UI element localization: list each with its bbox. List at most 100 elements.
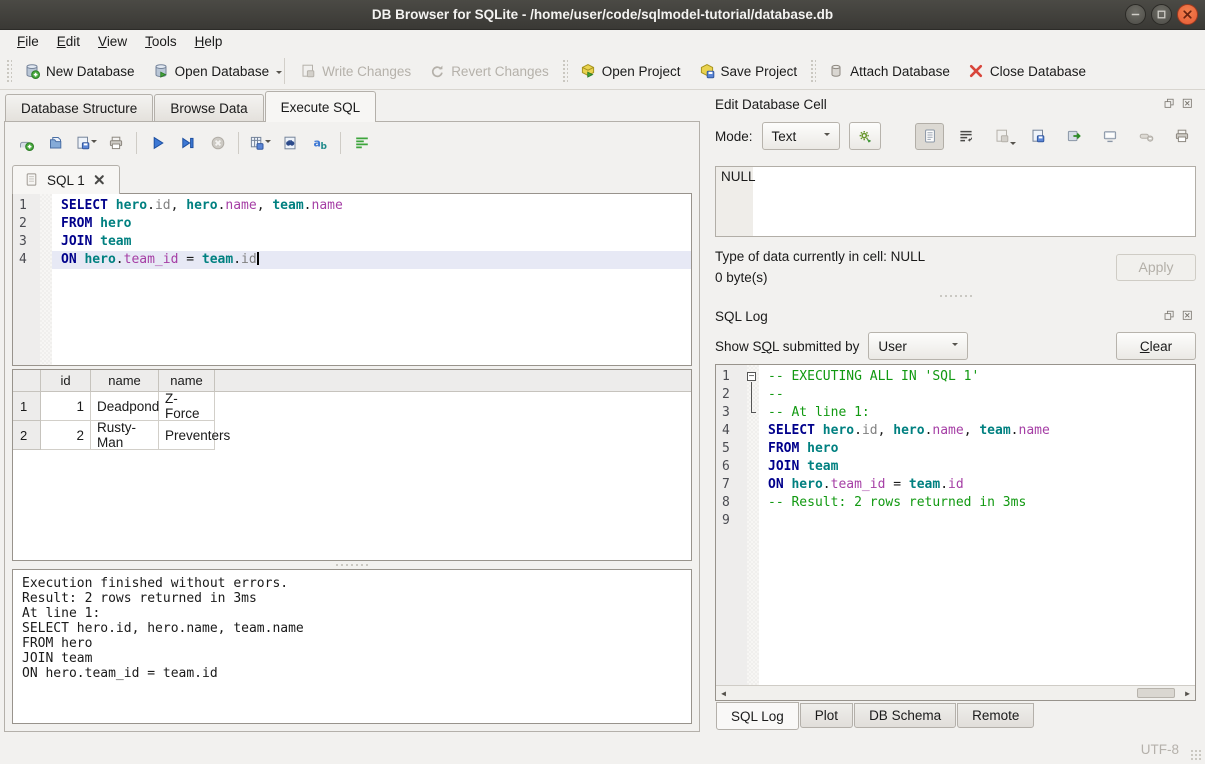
sql-tab[interactable]: SQL 1	[12, 165, 120, 194]
auto-apply-button[interactable]	[849, 122, 881, 150]
execute-line-button[interactable]	[174, 130, 201, 156]
submitted-by-combo[interactable]: User	[868, 332, 968, 360]
new-tab-button[interactable]	[12, 130, 39, 156]
open-sql-file-button[interactable]	[42, 130, 69, 156]
scroll-right-icon[interactable]: ▶	[1180, 686, 1195, 700]
bottom-tab-db-schema[interactable]: DB Schema	[854, 703, 956, 728]
toolbar-handle[interactable]	[809, 58, 816, 84]
docks-splitter[interactable]	[715, 288, 1196, 304]
code-text[interactable]	[759, 512, 1195, 530]
format-sql-button[interactable]: ab	[306, 130, 333, 156]
cell-hero-name[interactable]: Deadpond	[91, 392, 159, 421]
code-text[interactable]: FROM hero	[52, 215, 691, 233]
column-header-id[interactable]: id	[41, 370, 91, 391]
show-sql-label: Show SQL submitted by	[715, 339, 859, 354]
code-text[interactable]: -- EXECUTING ALL IN 'SQL 1'	[759, 368, 1195, 386]
cell-value-editor[interactable]: NULL	[715, 166, 1196, 237]
import-cell-button[interactable]	[1023, 123, 1052, 150]
code-text[interactable]: -- At line 1:	[759, 404, 1195, 422]
attach-database-button[interactable]: Attach Database	[819, 59, 959, 83]
stop-button[interactable]	[204, 130, 231, 156]
cell-info-row: Type of data currently in cell: NULL 0 b…	[715, 246, 1196, 288]
open-external-button[interactable]	[1095, 123, 1124, 150]
code-text[interactable]: SELECT hero.id, hero.name, team.name	[759, 422, 1195, 440]
menu-edit[interactable]: Edit	[48, 32, 89, 51]
code-text[interactable]: FROM hero	[759, 440, 1195, 458]
revert-changes-button[interactable]: Revert Changes	[420, 59, 558, 83]
sql-tab-label: SQL 1	[47, 173, 85, 188]
window-minimize-button[interactable]	[1125, 4, 1146, 25]
save-sql-file-button[interactable]	[72, 130, 99, 156]
code-text[interactable]: ON hero.team_id = team.id	[759, 476, 1195, 494]
print-button[interactable]	[102, 130, 129, 156]
results-message-splitter[interactable]	[12, 561, 692, 569]
write-changes-button[interactable]: Write Changes	[291, 59, 420, 83]
fold-margin	[747, 476, 759, 494]
resize-grip[interactable]	[1190, 749, 1202, 761]
menu-help[interactable]: Help	[186, 32, 232, 51]
fold-margin	[747, 386, 759, 404]
row-number[interactable]: 1	[13, 392, 41, 421]
float-icon[interactable]	[1162, 309, 1177, 324]
tab-database-structure[interactable]: Database Structure	[5, 94, 153, 121]
window-maximize-button[interactable]	[1151, 4, 1172, 25]
code-text[interactable]: JOIN team	[759, 458, 1195, 476]
tab-execute-sql[interactable]: Execute SQL	[265, 91, 377, 122]
code-text[interactable]: -- Result: 2 rows returned in 3ms	[759, 494, 1195, 512]
edit-cell-toolbar	[915, 123, 1196, 150]
menu-tools[interactable]: Tools	[136, 32, 186, 51]
fold-margin	[747, 512, 759, 530]
export-cell-button[interactable]	[1059, 123, 1088, 150]
mode-combo[interactable]: Text	[762, 122, 840, 150]
fold-collapse-icon[interactable]: −	[747, 372, 756, 381]
log-horizontal-scrollbar[interactable]: ◀ ▶	[716, 685, 1195, 700]
code-text[interactable]: JOIN team	[52, 233, 691, 251]
cell-team-name[interactable]: Z-Force	[159, 392, 215, 421]
print-cell-button[interactable]	[1167, 123, 1196, 150]
set-null-button[interactable]	[1131, 123, 1160, 150]
close-database-button[interactable]: Close Database	[959, 59, 1095, 83]
tab-browse-data[interactable]: Browse Data	[154, 94, 263, 121]
apply-button[interactable]: Apply	[1116, 254, 1196, 281]
column-header-name[interactable]: name	[91, 370, 159, 391]
menu-file[interactable]: File	[8, 32, 48, 51]
save-results-button[interactable]	[246, 130, 273, 156]
line-number: 3	[13, 233, 40, 251]
word-wrap-button[interactable]	[348, 130, 375, 156]
cell-team-name[interactable]: Preventers	[159, 421, 215, 450]
scrollbar-thumb[interactable]	[1137, 688, 1175, 698]
code-text[interactable]: SELECT hero.id, hero.name, team.name	[52, 197, 691, 215]
open-database-button[interactable]: Open Database	[144, 59, 279, 83]
code-text[interactable]: ON hero.team_id = team.id	[52, 251, 691, 269]
menu-view[interactable]: View	[89, 32, 136, 51]
row-number[interactable]: 2	[13, 421, 41, 450]
clear-button[interactable]: Clear	[1116, 332, 1196, 360]
bottom-tab-remote[interactable]: Remote	[957, 703, 1034, 728]
sql-log-view[interactable]: 1−-- EXECUTING ALL IN 'SQL 1'2--3-- At l…	[715, 364, 1196, 701]
cell-hero-name[interactable]: Rusty-Man	[91, 421, 159, 450]
open-project-button[interactable]: Open Project	[571, 59, 690, 83]
execute-all-button[interactable]	[144, 130, 171, 156]
execution-message-panel[interactable]: Execution finished without errors. Resul…	[12, 569, 692, 724]
save-project-button[interactable]: Save Project	[690, 59, 807, 83]
bottom-tab-sql-log[interactable]: SQL Log	[716, 702, 799, 730]
toolbar-handle[interactable]	[5, 58, 12, 84]
code-text[interactable]: --	[759, 386, 1195, 404]
toolbar-handle[interactable]	[561, 58, 568, 84]
column-header-name[interactable]: name	[159, 370, 215, 391]
cell-id[interactable]: 1	[41, 392, 91, 421]
sql-editor[interactable]: 1SELECT hero.id, hero.name, team.name2FR…	[12, 193, 692, 366]
float-icon[interactable]	[1162, 97, 1177, 112]
dock-close-icon[interactable]	[1181, 309, 1196, 324]
dock-close-icon[interactable]	[1181, 97, 1196, 112]
cell-id[interactable]: 2	[41, 421, 91, 450]
text-view-button[interactable]	[915, 123, 944, 150]
window-close-button[interactable]	[1177, 4, 1198, 25]
tab-close-icon[interactable]	[92, 172, 108, 188]
save-cell-button[interactable]	[987, 123, 1016, 150]
find-replace-button[interactable]	[276, 130, 303, 156]
bottom-tab-plot[interactable]: Plot	[800, 703, 853, 728]
wrap-cell-button[interactable]	[951, 123, 980, 150]
scroll-left-icon[interactable]: ◀	[716, 686, 731, 700]
new-database-button[interactable]: New Database	[15, 59, 144, 83]
